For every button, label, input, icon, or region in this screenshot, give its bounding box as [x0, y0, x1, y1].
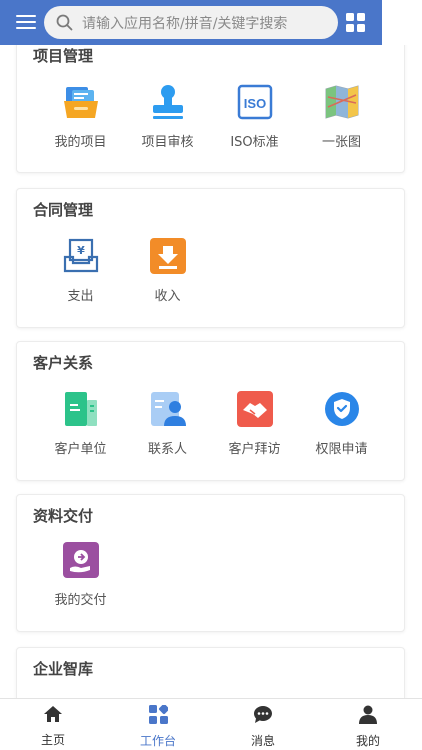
section-enterprise-think-tank: 企业智库 [16, 647, 405, 698]
app-contacts[interactable]: 联系人 [124, 390, 211, 457]
search-input[interactable] [80, 6, 334, 41]
app-income[interactable]: 收入 [124, 237, 211, 304]
tab-label: 工作台 [139, 734, 176, 748]
tab-label: 消息 [250, 734, 275, 748]
section-document-delivery: 资料交付 我的交付 [16, 494, 405, 632]
map-icon [323, 83, 361, 121]
svg-text:¥: ¥ [77, 244, 85, 257]
app-label: ISO标准 [230, 135, 279, 150]
company-icon [62, 390, 100, 428]
top-header [0, 0, 382, 45]
app-one-map[interactable]: 一张图 [298, 83, 385, 150]
message-icon [254, 706, 272, 723]
app-my-delivery[interactable]: 我的交付 [37, 541, 124, 608]
app-label: 权限申请 [315, 442, 368, 457]
menu-icon[interactable] [16, 12, 36, 32]
section-title: 项目管理 [33, 47, 94, 65]
app-customer-visit[interactable]: 客户拜访 [211, 390, 298, 457]
app-my-projects[interactable]: 我的项目 [37, 83, 124, 150]
shield-check-icon [323, 390, 361, 428]
income-icon [149, 237, 187, 275]
tab-home[interactable]: 主页 [23, 705, 83, 748]
app-label: 我的项目 [54, 135, 107, 150]
section-project-management: 项目管理 我的项目 项目审核 ISO ISO标准 一张图 [16, 45, 405, 173]
contact-icon [149, 390, 187, 428]
delivery-icon [62, 541, 100, 579]
stamp-icon [149, 83, 187, 121]
tab-label: 主页 [40, 733, 65, 747]
app-iso-standard[interactable]: ISO ISO标准 [211, 83, 298, 150]
search-icon [56, 14, 73, 31]
app-customer-company[interactable]: 客户单位 [37, 390, 124, 457]
app-label: 收入 [154, 289, 181, 304]
search-bar[interactable] [44, 6, 338, 41]
home-icon [44, 706, 62, 722]
app-label: 联系人 [147, 442, 187, 457]
tab-messages[interactable]: 消息 [233, 705, 293, 749]
grid-icon[interactable] [346, 13, 365, 32]
app-permission-request[interactable]: 权限申请 [298, 390, 385, 457]
app-label: 支出 [67, 289, 94, 304]
app-label: 项目审核 [141, 135, 194, 150]
app-label: 客户拜访 [228, 442, 281, 457]
section-contract-management: 合同管理 ¥ 支出 收入 [16, 188, 405, 328]
app-label: 一张图 [321, 135, 361, 150]
app-label: 客户单位 [54, 442, 107, 457]
svg-text:ISO: ISO [243, 96, 265, 111]
workbench-content[interactable]: 项目管理 我的项目 项目审核 ISO ISO标准 一张图 合同管理 ¥ 支出 收… [0, 45, 422, 698]
section-title: 客户关系 [33, 354, 94, 372]
app-label: 我的交付 [54, 593, 107, 608]
iso-icon: ISO [236, 83, 274, 121]
expense-icon: ¥ [62, 237, 100, 275]
section-title: 资料交付 [33, 507, 94, 525]
section-customer-relations: 客户关系 客户单位 联系人 客户拜访 权限申请 [16, 341, 405, 481]
folder-icon [62, 83, 100, 121]
bottom-tab-bar: 主页 工作台 消息 我的 [0, 698, 422, 750]
tab-workbench[interactable]: 工作台 [128, 703, 188, 749]
workbench-icon [148, 703, 169, 724]
app-project-review[interactable]: 项目审核 [124, 83, 211, 150]
section-title: 合同管理 [33, 201, 94, 219]
tab-mine[interactable]: 我的 [338, 705, 398, 749]
user-icon [359, 705, 377, 724]
section-title: 企业智库 [33, 660, 94, 678]
tab-label: 我的 [355, 734, 380, 748]
app-expense[interactable]: ¥ 支出 [37, 237, 124, 304]
handshake-icon [236, 390, 274, 428]
